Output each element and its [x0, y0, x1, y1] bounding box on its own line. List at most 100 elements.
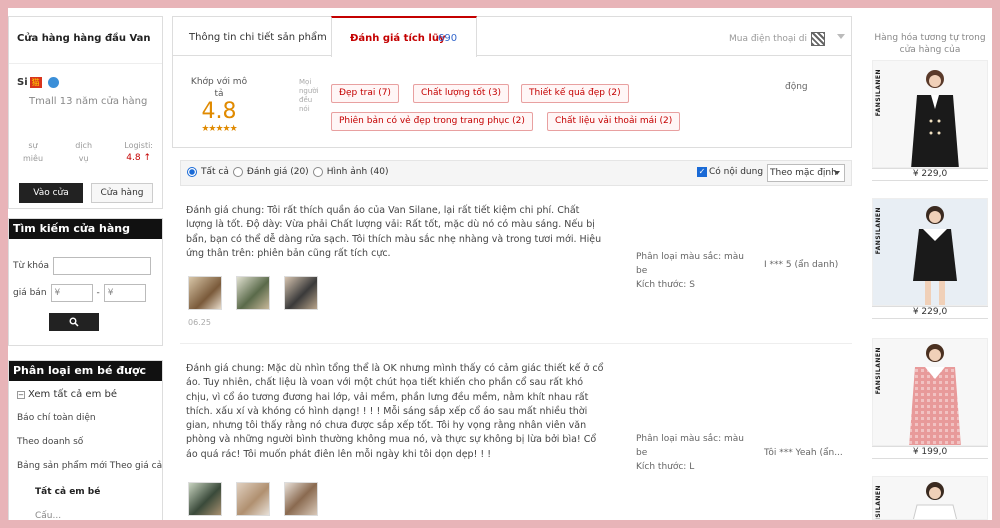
has-content-checkbox[interactable]: ✓ Có nội dung	[697, 167, 763, 177]
tmall-badge-icon: 猫	[29, 77, 42, 88]
radio-all-label[interactable]: Tất cả	[201, 167, 229, 177]
shop-title[interactable]: Cửa hàng hàng đầu Van	[9, 17, 162, 44]
product-image[interactable]: FANSILANEN	[872, 338, 988, 446]
score-logistics: Logisti: 4.8 ↑	[124, 141, 153, 163]
product-price: ¥ 229,0	[872, 168, 988, 181]
review-photo[interactable]	[188, 276, 222, 310]
review-color: Phân loại màu sắc: màu be	[636, 434, 744, 458]
search-icon	[69, 317, 79, 327]
tab-reviews-label: Đánh giá tích lũy	[350, 33, 446, 44]
summary-extra: động	[785, 82, 808, 92]
review-meta: Phân loại màu sắc: màu be Kích thước: S	[636, 250, 756, 292]
category-header: Phân loại em bé được cả	[9, 361, 162, 397]
product-image[interactable]: FANSILANEN	[872, 60, 988, 168]
product-image[interactable]: FANSILANEN	[872, 476, 988, 520]
enter-shop-button[interactable]: Vào cửa	[19, 183, 83, 203]
rating-score: 4.8	[201, 99, 237, 124]
shop-search-box: Tìm kiếm cửa hàng Từ khóa giá bán ¥ - ¥	[8, 218, 163, 346]
review-date: 06.25	[188, 318, 211, 327]
shop-buttons: Vào cửa Cửa hàng	[19, 183, 153, 203]
tab-details[interactable]: Thông tin chi tiết sản phẩm	[189, 32, 327, 43]
radio-rated-label[interactable]: Đánh giá (20)	[247, 167, 309, 177]
radio-rated[interactable]	[232, 167, 243, 177]
category-all-babies[interactable]: Tất cả em bé	[9, 487, 164, 497]
review-size: Kích thước: L	[636, 462, 695, 472]
category-box: Phân loại em bé được cả − Xem tất cả em b…	[8, 360, 163, 520]
radio-images[interactable]	[312, 167, 323, 177]
chevron-down-icon[interactable]	[837, 34, 845, 39]
brand-label: FANSILANEN	[875, 485, 882, 520]
review-user: Tôi *** Yeah (ẩn...	[764, 448, 843, 458]
brand-label: FANSILANEN	[875, 207, 882, 255]
review-user: I *** 5 (ẩn danh)	[764, 260, 839, 270]
model-figure	[912, 482, 958, 519]
review-tag[interactable]: Chất liệu vải thoải mái (2)	[547, 112, 681, 131]
review-tag[interactable]: Thiết kế quá đẹp (2)	[521, 84, 629, 103]
review-tag[interactable]: Phiên bản có vẻ đẹp trong trang phục (2)	[331, 112, 533, 131]
score-description: sự miêu	[23, 141, 44, 163]
category-item[interactable]: Báo chí toàn diện	[9, 413, 164, 423]
shop-card: Cửa hàng hàng đầu Van Si 猫 Tmall 13 năm …	[8, 16, 163, 209]
review-photos	[188, 482, 318, 516]
review-size: Kích thước: S	[636, 280, 695, 290]
info-icon[interactable]	[47, 77, 59, 88]
match-label: Khớp với mô tả	[190, 77, 248, 99]
product-price: ¥ 229,0	[872, 306, 988, 319]
review-text: Đánh giá chung: Mặc dù nhìn tổng thể là …	[186, 363, 604, 460]
price-to-input[interactable]: ¥	[103, 284, 146, 302]
page-frame: Cửa hàng hàng đầu Van Si 猫 Tmall 13 năm …	[8, 8, 992, 520]
tab-reviews-count: 690	[438, 33, 458, 44]
price-row: giá bán ¥ - ¥	[13, 284, 146, 302]
tab-bar: Thông tin chi tiết sản phẩm Đánh giá tíc…	[172, 16, 852, 57]
keyword-input[interactable]	[53, 257, 151, 275]
radio-all[interactable]	[187, 167, 197, 177]
tmall-years: Tmall 13 năm cửa hàng	[29, 96, 148, 107]
left-sidebar: Cửa hàng hàng đầu Van Si 猫 Tmall 13 năm …	[8, 8, 164, 520]
review-tag[interactable]: Chất lượng tốt (3)	[413, 84, 510, 103]
review-photo[interactable]	[236, 482, 270, 516]
category-item[interactable]: Bảng sản phẩm mới Theo giá cả	[9, 461, 164, 471]
radio-images-label[interactable]: Hình ảnh (40)	[327, 167, 389, 177]
store-button[interactable]: Cửa hàng	[91, 183, 153, 203]
search-header: Tìm kiếm cửa hàng	[9, 219, 162, 239]
product-image[interactable]: FANSILANEN	[872, 198, 988, 306]
review-filter-bar: Tất cả Đánh giá (20) Hình ảnh (40) ✓ Có …	[180, 160, 852, 186]
keyword-label: Từ khóa	[13, 261, 49, 271]
model-figure	[873, 199, 987, 305]
review-photo[interactable]	[284, 276, 318, 310]
sort-select[interactable]: Theo mặc định	[767, 164, 845, 182]
dropdown-arrow-icon	[834, 171, 840, 175]
model-figure	[911, 70, 959, 167]
logistics-value: 4.8 ↑	[126, 153, 151, 163]
review-photo[interactable]	[188, 482, 222, 516]
review-photo[interactable]	[284, 482, 318, 516]
checkbox-checked-icon: ✓	[697, 167, 707, 177]
view-all-link[interactable]: − Xem tất cả em bé	[9, 389, 164, 400]
rating-stars-icon: ★★★★★	[201, 124, 237, 134]
price-dash: -	[96, 288, 100, 298]
brand-label: FANSILANEN	[875, 347, 882, 395]
rating-block: Khớp với mô tả 4.8 ★★★★★	[189, 76, 249, 134]
review-item: Đánh giá chung: Mặc dù nhìn tổng thể là …	[180, 352, 852, 520]
review-meta: Phân loại màu sắc: màu be Kích thước: L	[636, 432, 756, 474]
review-text: Đánh giá chung: Tôi rất thích quần áo củ…	[186, 205, 602, 259]
review-tag[interactable]: Đẹp trai (7)	[331, 84, 399, 103]
related-products: Hàng hóa tương tự trong cửa hàng của FAN…	[868, 16, 992, 520]
category-item[interactable]: Theo doanh số	[9, 437, 164, 447]
buy-on-phone[interactable]: Mua điện thoại di	[729, 32, 825, 46]
category-item-cut[interactable]: Cấu...	[9, 511, 164, 520]
related-header: Hàng hóa tương tự trong cửa hàng của	[874, 33, 986, 55]
price-label: giá bán	[13, 288, 47, 298]
seller-row: Si 猫	[17, 77, 59, 88]
seller-name[interactable]: Si	[17, 77, 28, 88]
price-from-input[interactable]: ¥	[50, 284, 93, 302]
filter-radios: Tất cả Đánh giá (20) Hình ảnh (40)	[187, 167, 389, 177]
review-photo[interactable]	[236, 276, 270, 310]
review-photos	[188, 276, 318, 310]
product-price: ¥ 199,0	[872, 446, 988, 459]
search-button[interactable]	[49, 313, 99, 331]
impression-label: Mọi người đều nói	[299, 78, 319, 113]
score-service: dịch vụ	[75, 141, 93, 163]
tab-reviews[interactable]: Đánh giá tích lũy 690	[331, 16, 477, 57]
review-summary: Khớp với mô tả 4.8 ★★★★★ Mọi người đều n…	[172, 56, 852, 148]
